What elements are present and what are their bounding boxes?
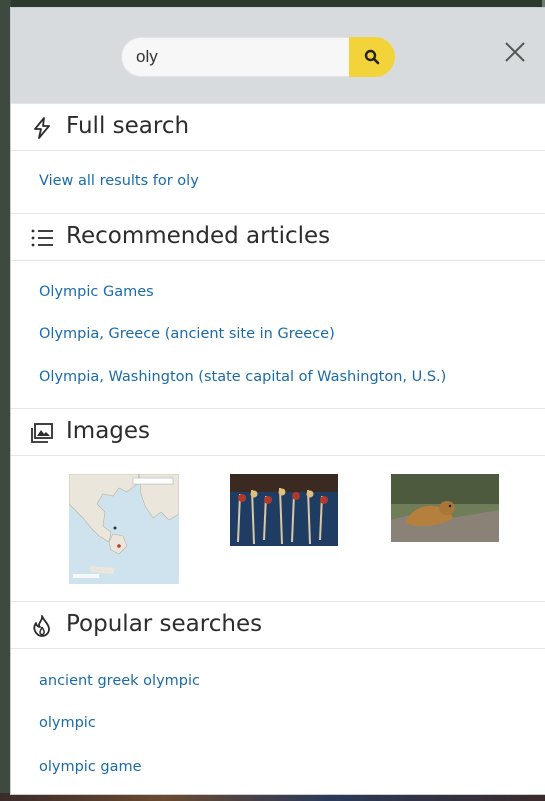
search-button[interactable]: [349, 37, 395, 77]
search-header: [11, 8, 545, 103]
recommended-article-link[interactable]: Olympic Games: [39, 284, 154, 300]
search-input[interactable]: [136, 38, 346, 76]
images-title: Images: [66, 418, 151, 444]
images-header: Images: [11, 408, 545, 456]
background-page-left: [0, 0, 11, 801]
flame-icon: [33, 615, 50, 637]
list-icon: [31, 229, 53, 247]
recommended-articles-header: Recommended articles: [11, 213, 545, 261]
popular-search-link[interactable]: ancient greek olympic: [39, 673, 200, 689]
popular-searches-header: Popular searches: [11, 601, 545, 649]
search-dropdown-panel: Full search View all results for oly Rec…: [11, 8, 545, 794]
view-all-results-link[interactable]: View all results for oly: [39, 173, 199, 189]
marmot-image[interactable]: [391, 474, 499, 542]
historical-figures-image[interactable]: [230, 474, 338, 546]
background-page-bottom: [0, 793, 545, 801]
full-search-header: Full search: [11, 103, 545, 151]
magnifier-icon: [364, 49, 380, 65]
popular-searches-title: Popular searches: [66, 611, 263, 637]
close-button[interactable]: [501, 38, 529, 66]
popular-search-link[interactable]: olympic game: [39, 759, 142, 775]
lightning-icon: [34, 117, 50, 139]
images-icon: [31, 423, 53, 443]
full-search-title: Full search: [66, 113, 190, 139]
search-box: [121, 37, 395, 77]
recommended-article-link[interactable]: Olympia, Washington (state capital of Wa…: [39, 369, 446, 385]
popular-search-link[interactable]: olympic: [39, 715, 96, 731]
recommended-articles-title: Recommended articles: [66, 223, 331, 249]
map-of-greece-image[interactable]: [69, 474, 179, 584]
close-icon: [505, 42, 525, 62]
recommended-article-link[interactable]: Olympia, Greece (ancient site in Greece): [39, 326, 335, 342]
